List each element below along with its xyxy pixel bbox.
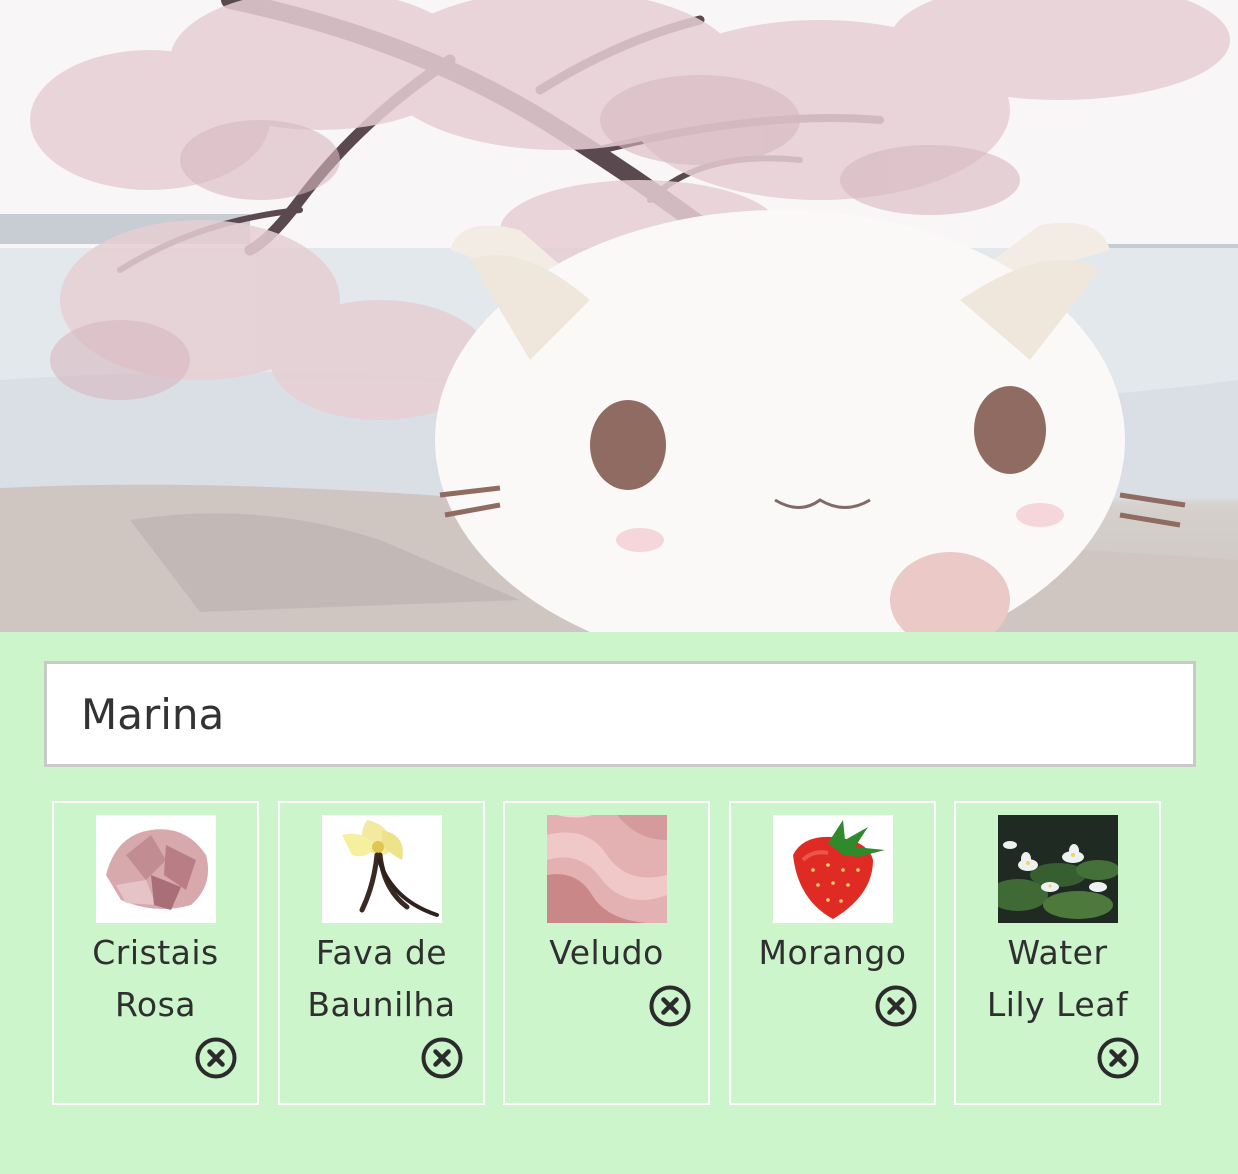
note-name-line2: Rosa bbox=[114, 985, 197, 1024]
close-circle-icon bbox=[1097, 1037, 1139, 1079]
cat-plush-photo-icon bbox=[0, 0, 1238, 632]
note-name-line1: Water bbox=[1007, 933, 1108, 972]
note-name-line2: Baunilha bbox=[307, 985, 456, 1024]
pink-velvet-icon bbox=[547, 815, 667, 923]
pink-crystal-icon bbox=[96, 815, 216, 923]
header-photo bbox=[0, 0, 1238, 632]
remove-note-button[interactable] bbox=[649, 985, 691, 1027]
remove-note-button[interactable] bbox=[195, 1037, 237, 1079]
note-card-water-lily-leaf[interactable]: Water Lily Leaf bbox=[954, 801, 1161, 1105]
strawberry-icon bbox=[773, 815, 893, 923]
name-input[interactable] bbox=[44, 661, 1196, 767]
close-circle-icon bbox=[421, 1037, 463, 1079]
note-name: Cristais Rosa bbox=[54, 927, 257, 1031]
vanilla-flower-icon bbox=[322, 815, 442, 923]
close-circle-icon bbox=[875, 985, 917, 1027]
note-card-veludo[interactable]: Veludo bbox=[503, 801, 710, 1105]
note-name: Veludo bbox=[505, 927, 708, 979]
remove-note-button[interactable] bbox=[875, 985, 917, 1027]
note-name-line1: Fava de bbox=[315, 933, 448, 972]
note-name: Morango bbox=[731, 927, 934, 979]
notes-panel: Cristais Rosa bbox=[6, 632, 1238, 1174]
note-name-line1: Morango bbox=[758, 933, 907, 972]
note-card-cristais-rosa[interactable]: Cristais Rosa bbox=[52, 801, 259, 1105]
close-circle-icon bbox=[649, 985, 691, 1027]
note-card-fava-de-baunilha[interactable]: Fava de Baunilha bbox=[278, 801, 485, 1105]
water-lily-icon bbox=[998, 815, 1118, 923]
remove-note-button[interactable] bbox=[1097, 1037, 1139, 1079]
note-card-morango[interactable]: Morango bbox=[729, 801, 936, 1105]
note-name-line1: Cristais bbox=[92, 933, 219, 972]
note-name-line2: Lily Leaf bbox=[986, 985, 1129, 1024]
close-circle-icon bbox=[195, 1037, 237, 1079]
note-name: Fava de Baunilha bbox=[280, 927, 483, 1031]
note-name: Water Lily Leaf bbox=[956, 927, 1159, 1031]
note-name-line1: Veludo bbox=[549, 933, 664, 972]
remove-note-button[interactable] bbox=[421, 1037, 463, 1079]
